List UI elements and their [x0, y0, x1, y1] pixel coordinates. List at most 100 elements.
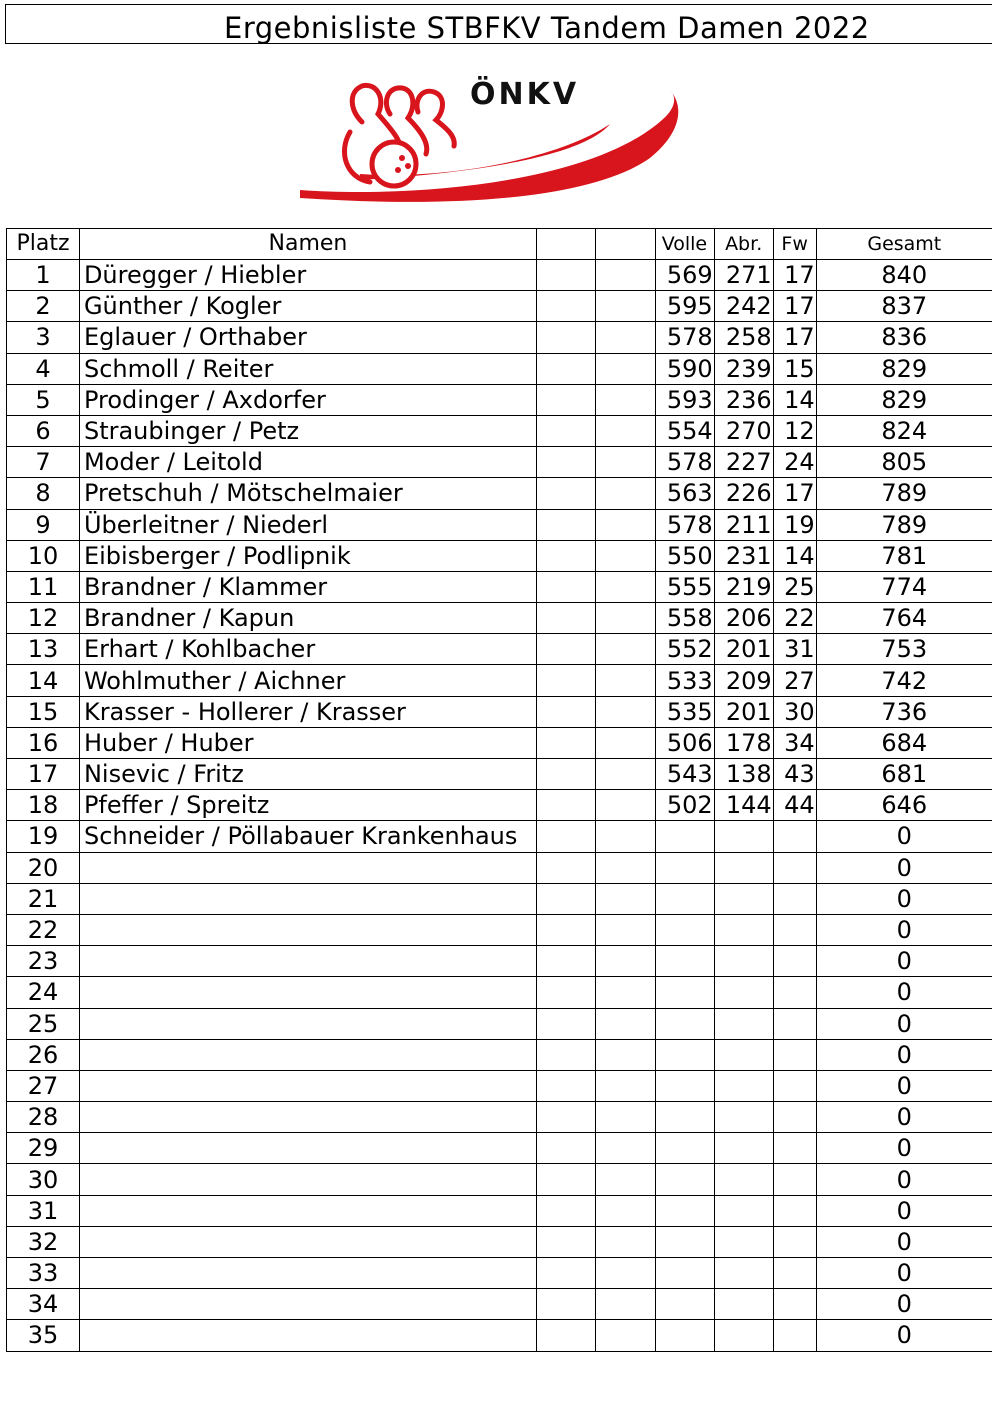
table-row: 11 Brandner / Klammer 555 219 25 774 [6, 570, 992, 604]
empty-cell [535, 1101, 596, 1134]
table-row: 32 0 [6, 1225, 992, 1259]
abr-cell [713, 1007, 774, 1040]
table-row: 15 Krasser - Hollerer / Krasser 535 201 30 73… [6, 695, 992, 728]
empty-cell [594, 570, 656, 604]
abr-cell: 236 [713, 383, 774, 416]
abr-cell [713, 1069, 774, 1103]
table-row: 22 0 [6, 913, 992, 947]
abr-cell: 209 [713, 664, 774, 697]
gesamt-cell: 0 [815, 976, 992, 1009]
abr-cell [713, 976, 774, 1009]
fw-cell [772, 1256, 817, 1290]
table-row: 33 0 [6, 1256, 992, 1290]
empty-cell [594, 1256, 656, 1290]
fw-cell [772, 1038, 817, 1071]
empty-cell [535, 321, 596, 354]
table-row: 29 0 [6, 1132, 992, 1165]
fw-cell: 14 [772, 539, 817, 572]
table-row: 7 Moder / Leitold 578 227 24 805 [6, 446, 992, 479]
fw-cell [772, 1007, 817, 1040]
gesamt-cell: 742 [815, 664, 992, 697]
fw-cell: 17 [772, 477, 817, 510]
table-row: 16 Huber / Huber 506 178 34 684 [6, 726, 992, 760]
abr-cell [713, 1288, 774, 1321]
abr-cell [713, 882, 774, 915]
gesamt-cell: 0 [815, 1194, 992, 1227]
page-title: Ergebnisliste STBFKV Tandem Damen 2022 [224, 11, 870, 45]
name-cell: Düregger / Hiebler [78, 258, 537, 292]
empty-cell [535, 757, 596, 791]
volle-cell [654, 1319, 715, 1352]
volle-cell [654, 945, 715, 978]
rank-cell: 24 [6, 976, 80, 1009]
fw-cell [772, 1194, 817, 1227]
fw-cell [772, 1225, 817, 1259]
gesamt-cell: 0 [815, 1288, 992, 1321]
empty-cell [535, 1319, 596, 1352]
fw-cell: 17 [772, 321, 817, 354]
onkv-logo: ÖNKV [290, 62, 700, 212]
volle-cell: 502 [654, 789, 715, 822]
abr-cell: 206 [713, 602, 774, 635]
header-abr: Abr. [713, 228, 774, 260]
empty-cell [535, 1007, 596, 1040]
table-row: 18 Pfeffer / Spreitz 502 144 44 646 [6, 789, 992, 822]
volle-cell [654, 1101, 715, 1134]
gesamt-cell: 805 [815, 446, 992, 479]
table-row: 12 Brandner / Kapun 558 206 22 764 [6, 602, 992, 635]
gesamt-cell: 781 [815, 539, 992, 572]
gesamt-cell: 0 [815, 851, 992, 884]
gesamt-cell: 0 [815, 1038, 992, 1071]
fw-cell [772, 976, 817, 1009]
rank-cell: 3 [6, 321, 80, 354]
abr-cell [713, 1194, 774, 1227]
name-cell [78, 1288, 537, 1321]
table-row: 23 0 [6, 945, 992, 978]
name-cell: Moder / Leitold [78, 446, 537, 479]
rank-cell: 34 [6, 1288, 80, 1321]
rank-cell: 18 [6, 789, 80, 822]
empty-cell [594, 1132, 656, 1165]
abr-cell [713, 820, 774, 853]
volle-cell [654, 1225, 715, 1259]
fw-cell [772, 851, 817, 884]
empty-cell [535, 1069, 596, 1103]
empty-cell [594, 602, 656, 635]
empty-cell [594, 726, 656, 760]
volle-cell: 533 [654, 664, 715, 697]
gesamt-cell: 736 [815, 695, 992, 728]
table-row: 10 Eibisberger / Podlipnik 550 231 14 781 [6, 539, 992, 572]
empty-cell [535, 570, 596, 604]
name-cell: Pfeffer / Spreitz [78, 789, 537, 822]
rank-cell: 27 [6, 1069, 80, 1103]
empty-cell [594, 1007, 656, 1040]
name-cell: Überleitner / Niederl [78, 508, 537, 541]
name-cell [78, 1319, 537, 1352]
volle-cell [654, 1069, 715, 1103]
fw-cell: 24 [772, 446, 817, 479]
empty-cell [535, 1038, 596, 1071]
empty-cell [594, 976, 656, 1009]
abr-cell: 226 [713, 477, 774, 510]
empty-cell [594, 1163, 656, 1196]
name-cell [78, 1256, 537, 1290]
empty-cell [594, 1288, 656, 1321]
rank-cell: 15 [6, 695, 80, 728]
rank-cell: 25 [6, 1007, 80, 1040]
volle-cell: 578 [654, 508, 715, 541]
fw-cell [772, 820, 817, 853]
empty-cell [535, 726, 596, 760]
gesamt-cell: 840 [815, 258, 992, 292]
gesamt-cell: 764 [815, 602, 992, 635]
empty-cell [535, 1163, 596, 1196]
volle-cell: 569 [654, 258, 715, 292]
empty-cell [594, 508, 656, 541]
table-row: 25 0 [6, 1007, 992, 1040]
rank-cell: 11 [6, 570, 80, 604]
volle-cell: 558 [654, 602, 715, 635]
empty-cell [594, 1069, 656, 1103]
logo-text: ÖNKV [470, 75, 579, 112]
rank-cell: 4 [6, 352, 80, 385]
name-cell: Huber / Huber [78, 726, 537, 760]
gesamt-cell: 0 [815, 913, 992, 947]
